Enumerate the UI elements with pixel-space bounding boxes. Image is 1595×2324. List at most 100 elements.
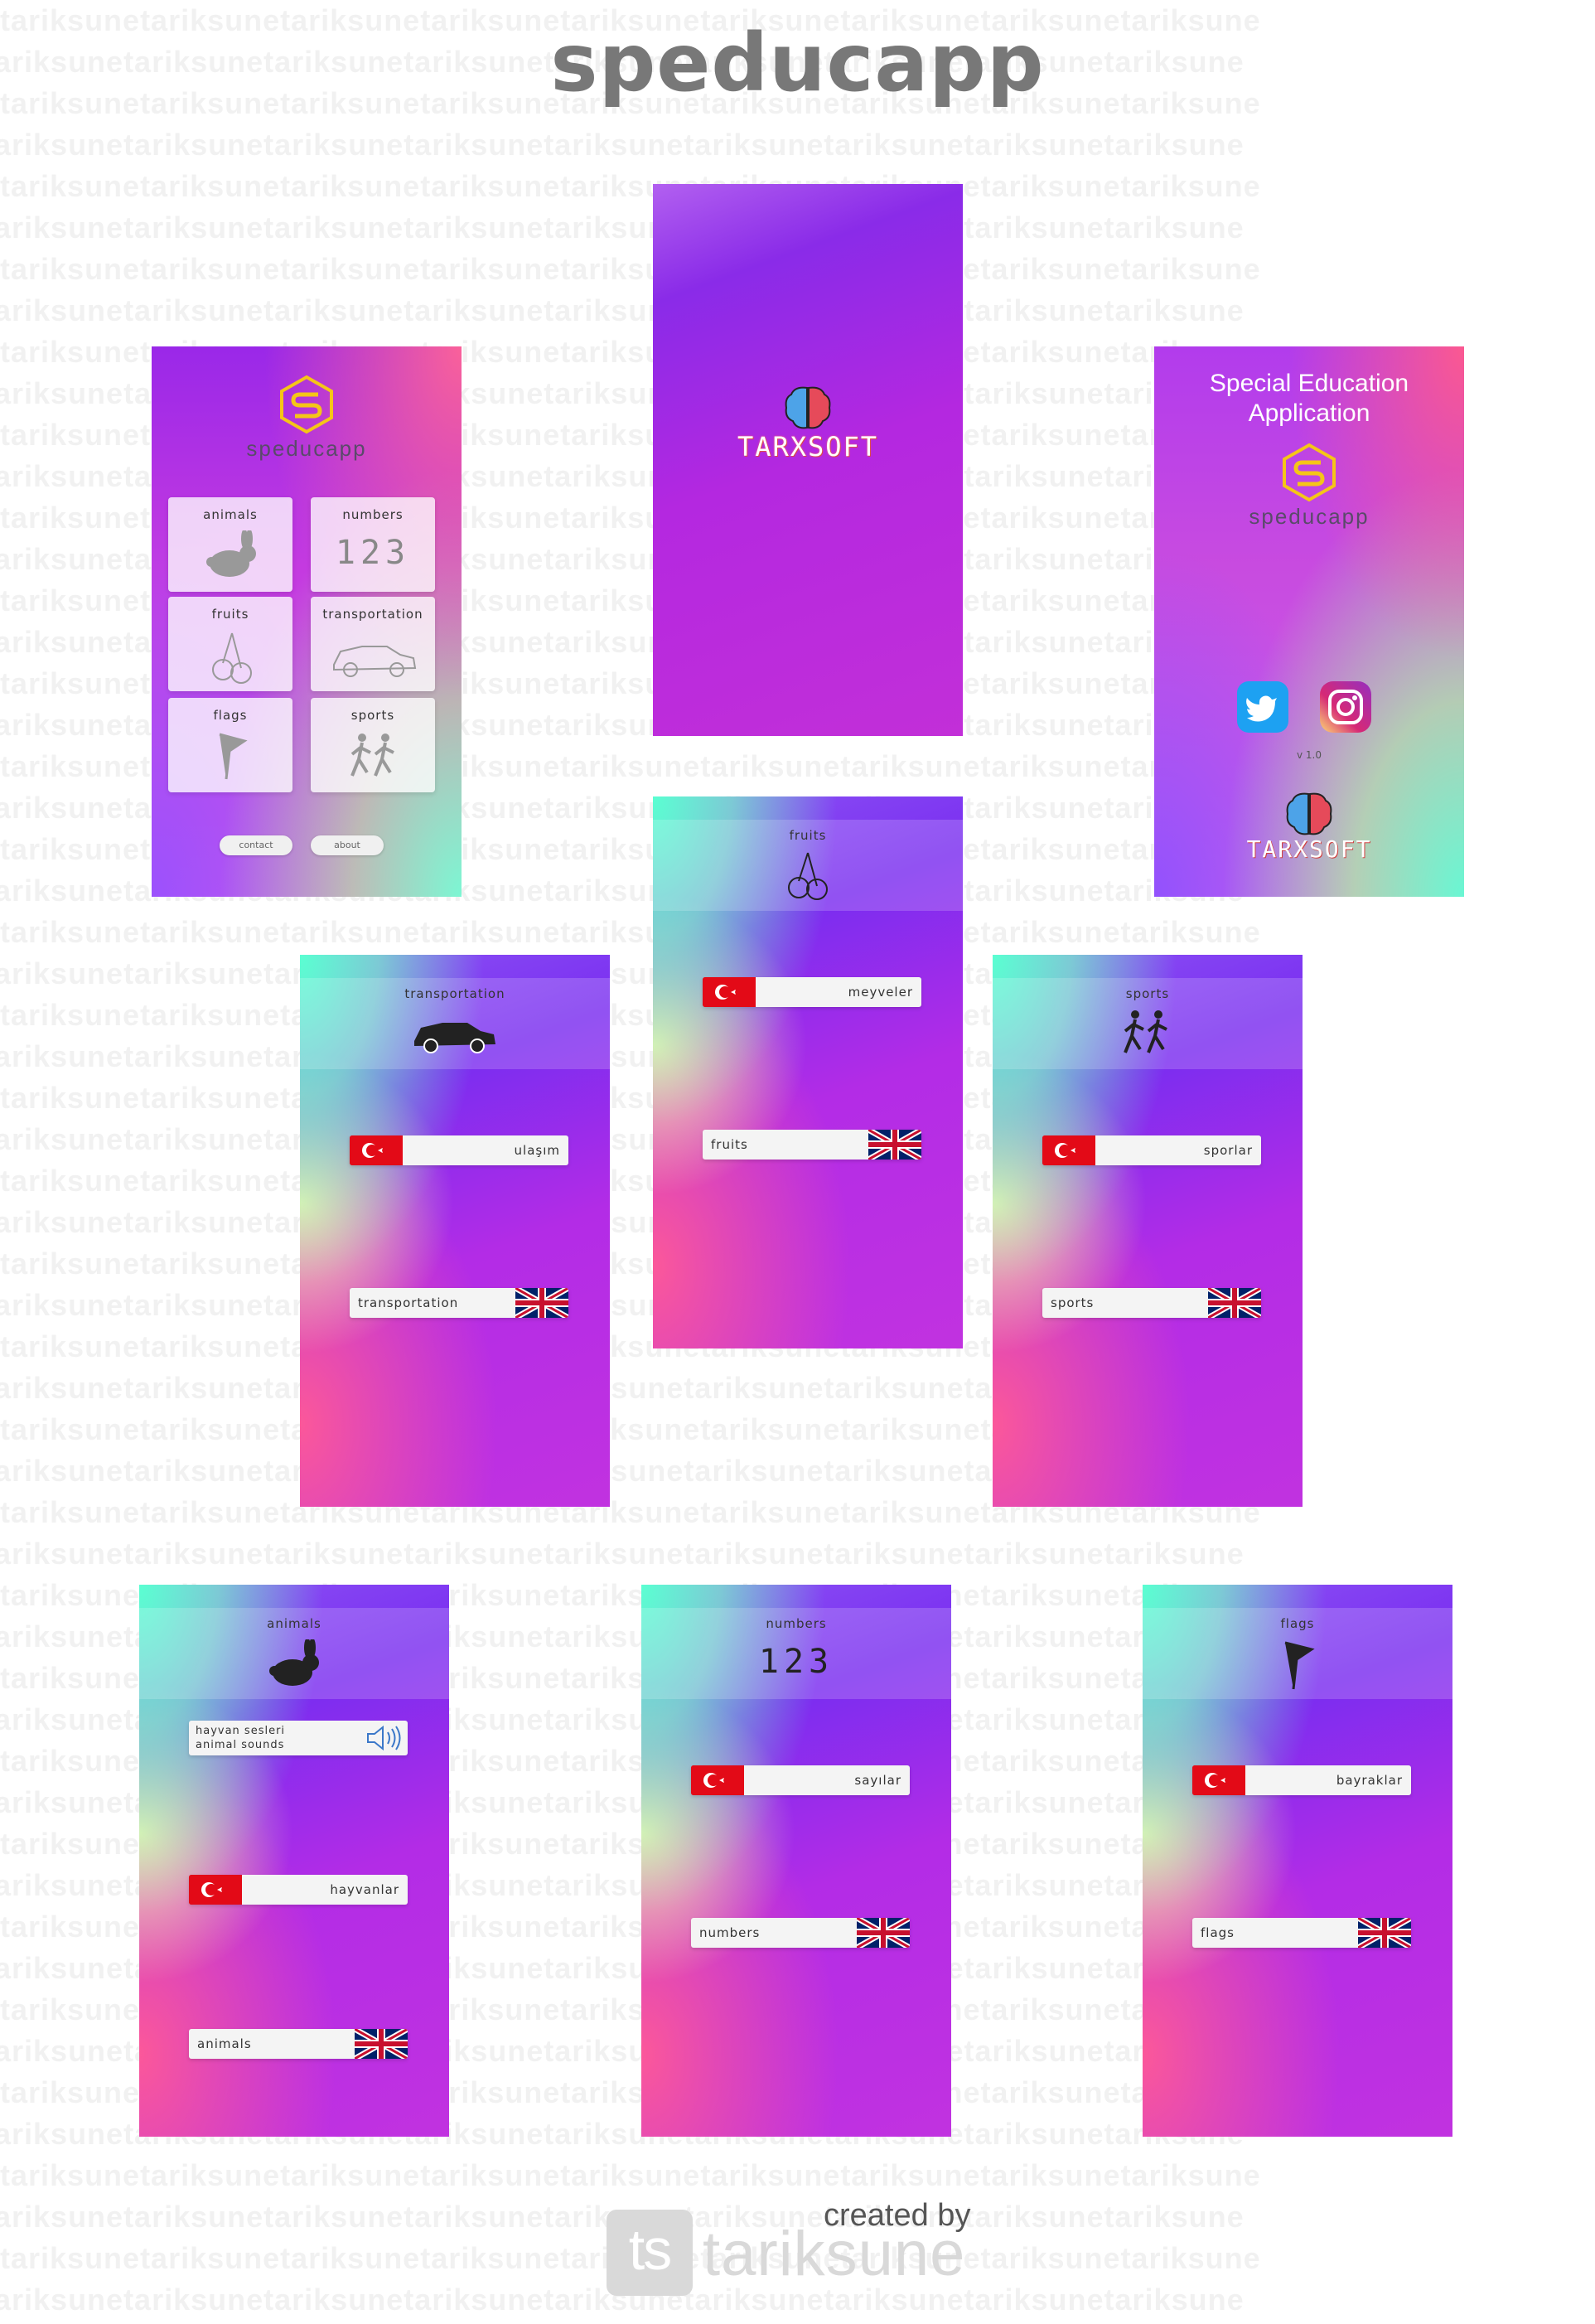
transportation-screen: transportation ulaşım transportation: [300, 955, 610, 1507]
tile-fruits[interactable]: fruits: [168, 597, 292, 691]
uk-flag-icon: [857, 1918, 910, 1948]
page-title: speducapp: [550, 17, 1045, 109]
tile-numbers[interactable]: numbers 123: [311, 497, 435, 592]
brand-name: speducapp: [1249, 504, 1370, 529]
version-label: v 1.0: [1297, 749, 1322, 761]
rabbit-icon: [269, 1639, 319, 1686]
english-word-button[interactable]: transportation: [350, 1288, 568, 1318]
flag-icon: [1284, 1641, 1315, 1690]
screen-title: animals: [267, 1616, 321, 1631]
turkish-word-button[interactable]: sporlar: [1042, 1135, 1261, 1165]
car-icon: [333, 646, 417, 677]
watermark-row: tariksunetariksunetariksunetariksunetari…: [0, 1537, 1245, 1571]
english-word: animals: [197, 2036, 252, 2051]
uk-flag-icon: [355, 2029, 408, 2059]
rabbit-icon: [206, 530, 256, 577]
about-line2: Application: [1248, 399, 1370, 427]
tile-animals[interactable]: animals: [168, 497, 292, 592]
animal-sounds-button[interactable]: hayvan sesleri animal sounds: [189, 1721, 408, 1755]
brain-logo-icon: [785, 386, 831, 429]
flags-screen: flags bayraklar flags: [1143, 1585, 1452, 2137]
tile-label: sports: [350, 708, 395, 723]
runners-icon: [1124, 1010, 1167, 1053]
turkish-word: meyveler: [848, 985, 913, 1000]
turkey-flag-icon: [691, 1765, 744, 1795]
sound-label-tr: hayvan sesleri: [196, 1725, 286, 1737]
car-icon: [414, 1023, 495, 1053]
brand-name: speducapp: [246, 436, 367, 461]
main-menu-screen: speducapp animals numbers 123 fruits tra…: [152, 346, 462, 897]
turkish-word-button[interactable]: ulaşım: [350, 1135, 568, 1165]
turkish-word: sayılar: [854, 1773, 901, 1788]
author-logo: ts: [607, 2210, 693, 2296]
splash-screen: TARXSOFT: [653, 184, 963, 736]
tile-label: fruits: [211, 607, 249, 622]
english-word-button[interactable]: flags: [1192, 1918, 1411, 1948]
speducapp-logo-icon: [280, 375, 333, 434]
watermark-row: tariksunetariksunetariksunetariksunetari…: [0, 1412, 1261, 1446]
fruits-screen: fruits meyveler fruits: [653, 796, 963, 1348]
animals-screen: animals hayvan sesleri animal sounds hay…: [139, 1585, 449, 2137]
turkish-word-button[interactable]: bayraklar: [1192, 1765, 1411, 1795]
english-word: numbers: [699, 1925, 761, 1940]
english-word-button[interactable]: animals: [189, 2029, 408, 2059]
turkish-word: bayraklar: [1336, 1773, 1403, 1788]
english-word: transportation: [358, 1295, 459, 1310]
tarxsoft-wordmark: TARXSOFT: [1246, 835, 1372, 863]
watermark-row: tariksunetariksunetariksunetariksunetari…: [0, 1495, 1261, 1529]
watermark-row: tariksunetariksunetariksunetariksunetari…: [0, 2158, 1261, 2192]
author-logo-initials: ts: [628, 2217, 672, 2282]
english-word-button[interactable]: fruits: [703, 1130, 921, 1160]
watermark-row: tariksunetariksunetariksunetariksunetari…: [0, 2321, 1595, 2324]
tile-sports[interactable]: sports: [311, 698, 435, 792]
screen-title: transportation: [404, 986, 505, 1001]
turkish-word-button[interactable]: meyveler: [703, 977, 921, 1007]
turkey-flag-icon: [350, 1135, 403, 1165]
speaker-icon: [367, 1725, 401, 1751]
tile-transportation[interactable]: transportation: [311, 597, 435, 691]
screen-title: fruits: [789, 828, 827, 843]
watermark-row: tariksunetariksunetariksunetariksunetari…: [0, 128, 1245, 162]
about-button[interactable]: about: [311, 835, 384, 855]
tile-label: animals: [203, 507, 258, 522]
about-line1: Special Education: [1209, 370, 1409, 397]
twitter-icon[interactable]: [1237, 681, 1288, 733]
speducapp-logo-icon: [1283, 443, 1336, 502]
turkish-word: sporlar: [1203, 1143, 1253, 1158]
runners-icon: [350, 734, 394, 777]
turkey-flag-icon: [189, 1875, 242, 1905]
screen-title: sports: [1125, 986, 1170, 1001]
turkey-flag-icon: [1192, 1765, 1245, 1795]
brain-logo-icon: [1286, 792, 1332, 835]
tile-label: transportation: [322, 607, 423, 622]
instagram-icon[interactable]: [1320, 681, 1371, 733]
turkey-flag-icon: [703, 977, 756, 1007]
uk-flag-icon: [515, 1288, 568, 1318]
numbers-glyph: 123: [335, 534, 411, 572]
english-word-button[interactable]: numbers: [691, 1918, 910, 1948]
uk-flag-icon: [1358, 1918, 1411, 1948]
watermark-row: tariksunetariksunetariksunetariksunetari…: [0, 1454, 1245, 1488]
tile-flags[interactable]: flags: [168, 698, 292, 792]
english-word-button[interactable]: sports: [1042, 1288, 1261, 1318]
numbers-glyph: 123: [758, 1643, 834, 1681]
turkish-word-button[interactable]: sayılar: [691, 1765, 910, 1795]
uk-flag-icon: [1208, 1288, 1261, 1318]
turkish-word-button[interactable]: hayvanlar: [189, 1875, 408, 1905]
english-word: fruits: [711, 1137, 748, 1152]
uk-flag-icon: [868, 1130, 921, 1160]
tile-label: flags: [213, 708, 248, 723]
cherry-icon: [788, 852, 828, 900]
tarxsoft-wordmark: TARXSOFT: [737, 431, 879, 462]
tile-label: numbers: [342, 507, 404, 522]
flag-icon: [219, 733, 248, 780]
english-word: flags: [1201, 1925, 1235, 1940]
screen-title: numbers: [766, 1616, 827, 1631]
cherry-icon: [212, 632, 252, 684]
watermark-row: tariksunetariksunetariksunetariksunetari…: [0, 1371, 1245, 1405]
contact-button[interactable]: contact: [220, 835, 292, 855]
turkish-word: ulaşım: [514, 1143, 560, 1158]
about-screen: Special Education Application speducapp …: [1154, 346, 1464, 897]
numbers-screen: numbers 123 sayılar numbers: [641, 1585, 951, 2137]
sports-screen: sports sporlar sports: [993, 955, 1303, 1507]
